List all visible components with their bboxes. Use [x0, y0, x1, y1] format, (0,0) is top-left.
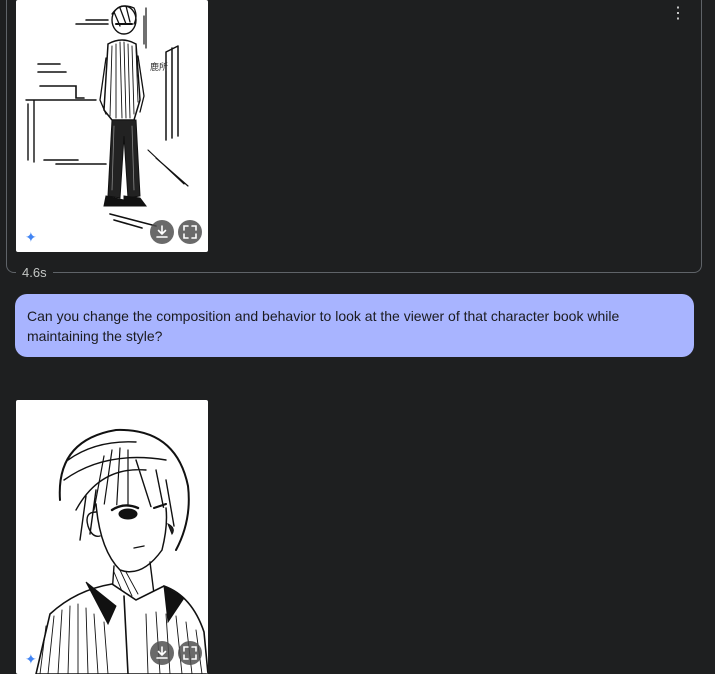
sketch-illustration: 鹿所: [25, 5, 189, 229]
user-message-text: Can you change the composition and behav…: [27, 308, 620, 344]
sketch-portrait: [35, 428, 208, 674]
sparkle-icon: ✦: [25, 229, 37, 245]
fullscreen-icon[interactable]: [178, 641, 202, 665]
user-message-bubble: Can you change the composition and behav…: [15, 294, 694, 357]
sparkle-icon: ✦: [25, 651, 37, 667]
response-timing: 4.6s: [16, 264, 53, 282]
chat-transcript: ⋮ 鹿所 ✦ 4.6s Can you change the compositi…: [0, 0, 715, 674]
generated-image-full-body[interactable]: 鹿所 ✦: [16, 0, 208, 252]
svg-text:鹿所: 鹿所: [150, 61, 168, 73]
download-icon[interactable]: [150, 220, 174, 244]
fullscreen-icon[interactable]: [178, 220, 202, 244]
generated-image-portrait[interactable]: ✦: [16, 400, 208, 674]
download-icon[interactable]: [150, 641, 174, 665]
more-vert-icon[interactable]: ⋮: [668, 4, 688, 24]
